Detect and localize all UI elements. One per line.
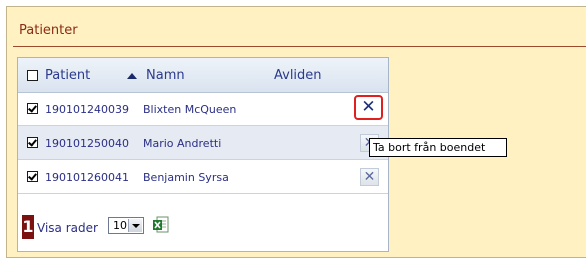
patient-name: Mario Andretti: [143, 137, 222, 150]
panel-divider: [13, 46, 586, 47]
table-row: 190101240039 Blixten McQueen ✕: [18, 92, 388, 126]
chevron-down-icon[interactable]: [128, 219, 142, 232]
patient-id[interactable]: 190101250040: [45, 137, 129, 150]
patient-name: Benjamin Syrsa: [143, 171, 229, 184]
patient-id[interactable]: 190101260041: [45, 171, 129, 184]
column-header-name[interactable]: Namn: [146, 68, 185, 83]
column-header-patient[interactable]: Patient: [45, 68, 90, 83]
sort-ascending-icon[interactable]: [127, 73, 137, 79]
page-number[interactable]: 1: [22, 215, 34, 239]
column-header-deceased[interactable]: Avliden: [274, 68, 322, 83]
rows-per-page-value: 10: [113, 219, 127, 232]
delete-row-button[interactable]: ✕: [360, 168, 379, 186]
grid-header: Patient Namn Avliden: [18, 58, 388, 93]
row-checkbox[interactable]: [27, 137, 38, 148]
close-icon: ✕: [363, 169, 376, 185]
patients-grid: Patient Namn Avliden 190101240039 Blixte…: [17, 57, 389, 252]
row-checkbox[interactable]: [27, 171, 38, 182]
select-all-checkbox[interactable]: [27, 70, 38, 81]
patient-name: Blixten McQueen: [143, 103, 237, 116]
table-row: 190101260041 Benjamin Syrsa ✕: [18, 160, 388, 194]
row-checkbox[interactable]: [27, 103, 38, 114]
close-icon: ✕: [361, 97, 376, 117]
table-row: 190101250040 Mario Andretti ✕: [18, 126, 388, 160]
rows-per-page-label: Visa rader: [37, 221, 98, 235]
panel-title: Patienter: [19, 23, 78, 38]
patient-id[interactable]: 190101240039: [45, 103, 129, 116]
excel-icon[interactable]: [153, 216, 169, 234]
delete-tooltip: Ta bort från boendet: [369, 138, 507, 157]
delete-row-button[interactable]: ✕: [354, 95, 383, 120]
grid-footer: 1 Visa rader 10: [18, 194, 388, 251]
rows-per-page-select[interactable]: 10: [108, 217, 144, 234]
